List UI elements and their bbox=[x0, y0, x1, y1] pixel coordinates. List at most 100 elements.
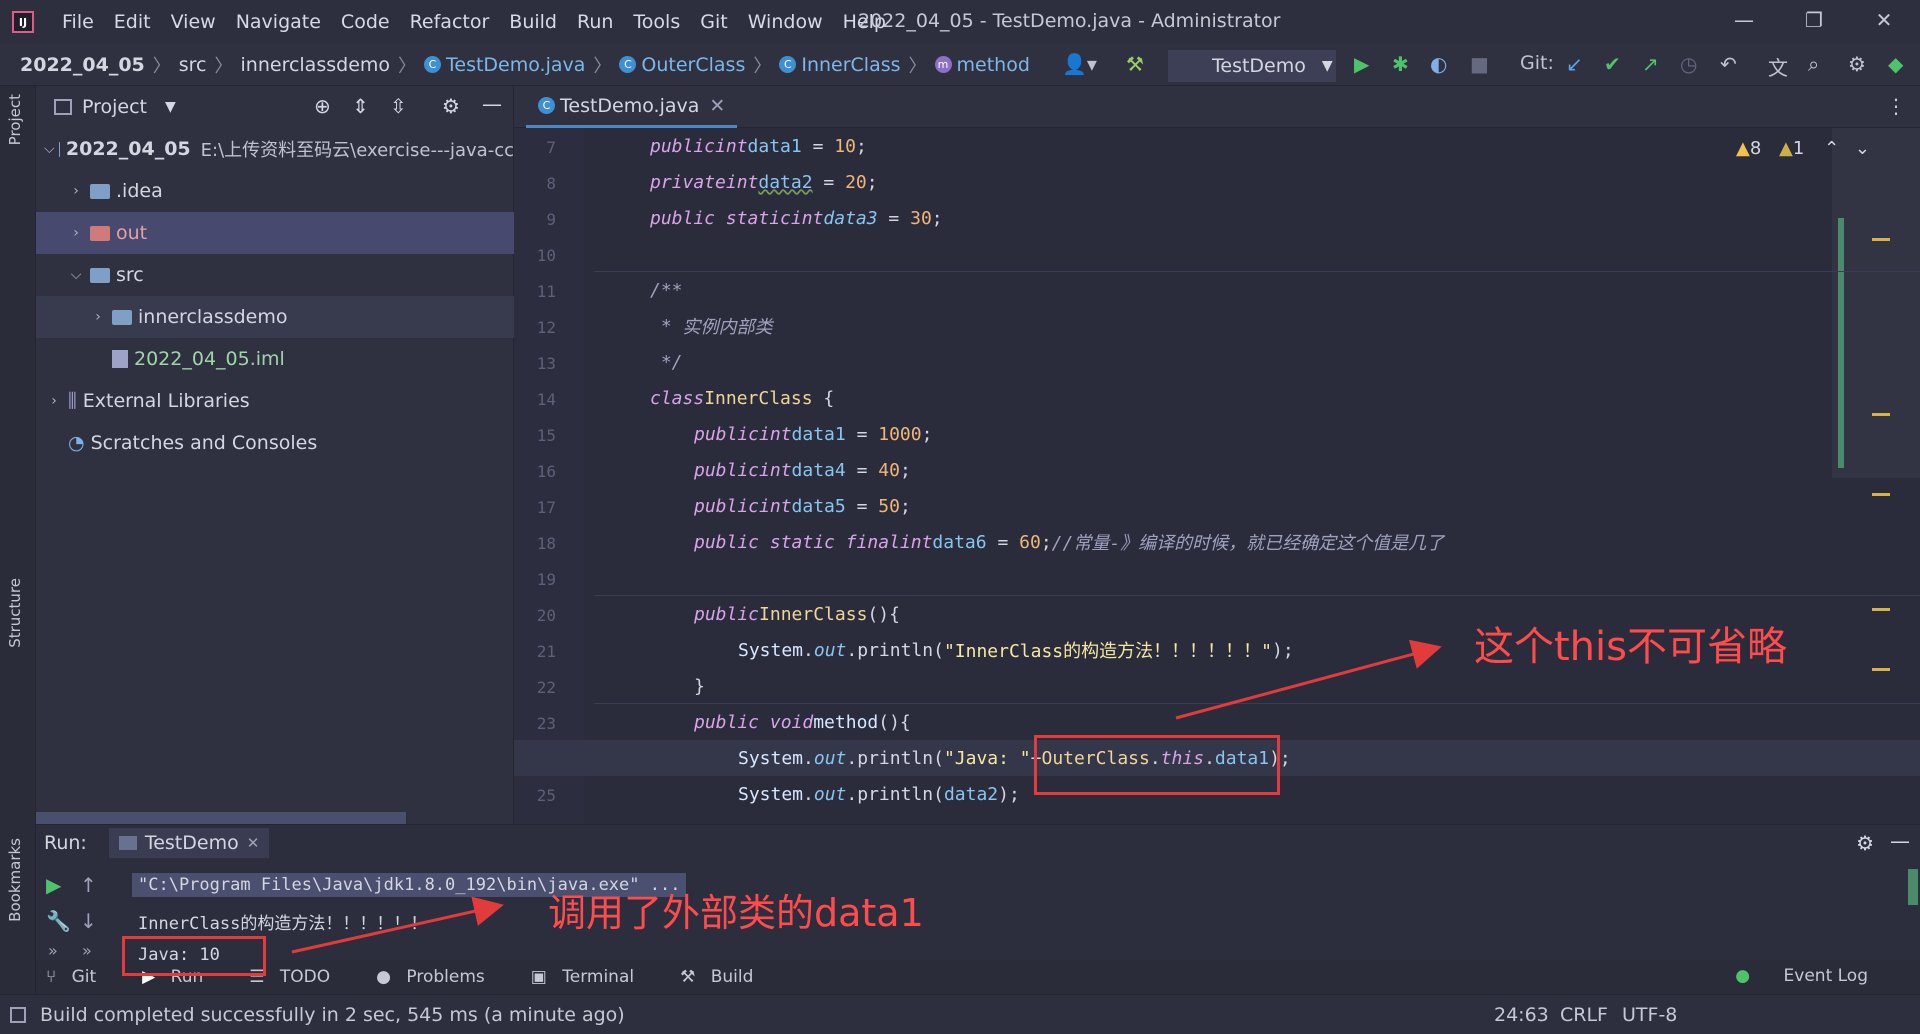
tree-root-name: 2022_04_05 bbox=[65, 138, 191, 160]
chevron-down-icon[interactable]: ▼ bbox=[165, 99, 176, 115]
string-literal: "Java: " bbox=[943, 747, 1031, 769]
more-options-icon[interactable]: ⋮ bbox=[1886, 94, 1906, 118]
tab-git[interactable]: ⑂ Git bbox=[46, 967, 114, 987]
vertical-scrollbar[interactable] bbox=[1908, 869, 1918, 905]
minimize-button[interactable]: — bbox=[1724, 8, 1764, 32]
caret-position[interactable]: 24:63 bbox=[1494, 1004, 1549, 1026]
tab-problems[interactable]: ● Problems bbox=[376, 967, 503, 987]
translate-icon[interactable]: 文 bbox=[1768, 52, 1788, 81]
settings-gear-icon[interactable]: ⚙ bbox=[1848, 52, 1866, 76]
console-icon bbox=[118, 836, 137, 850]
tab-terminal[interactable]: ▣ Terminal bbox=[531, 967, 652, 987]
project-tool-tab[interactable]: Project bbox=[6, 94, 24, 145]
chevron-right-icon[interactable]: › bbox=[66, 225, 86, 241]
tree-item-scratches[interactable]: ◔ Scratches and Consoles bbox=[36, 422, 514, 464]
project-view-title[interactable]: Project bbox=[82, 96, 147, 118]
tree-root[interactable]: ⌵ 2022_04_05 E:\上传资料至码云\exercise---java-… bbox=[36, 128, 514, 170]
rollback-icon[interactable]: ↶ bbox=[1720, 52, 1737, 76]
code-line-18: public static final int data6 = 60;//常量-… bbox=[514, 524, 1920, 560]
wrench-icon[interactable]: 🔧 bbox=[46, 909, 71, 933]
horizontal-scrollbar[interactable] bbox=[36, 812, 406, 824]
tab-build[interactable]: ⚒ Build bbox=[680, 967, 771, 987]
coverage-icon[interactable]: ◐ bbox=[1430, 52, 1447, 76]
toggle-tool-windows-icon[interactable] bbox=[10, 1006, 26, 1023]
chevron-right-icon[interactable]: › bbox=[66, 183, 86, 199]
menu-edit[interactable]: Edit bbox=[104, 11, 161, 33]
hide-panel-icon[interactable]: — bbox=[482, 92, 502, 116]
menu-tools[interactable]: Tools bbox=[623, 11, 690, 33]
inline-comment: //常量-》编译的时候，就已经确定这个值是几了 bbox=[1051, 533, 1445, 554]
run-icon[interactable]: ▶ bbox=[1354, 52, 1369, 76]
menu-code[interactable]: Code bbox=[331, 11, 400, 33]
run-config-select[interactable]: TestDemo ▼ bbox=[1168, 50, 1336, 82]
breadcrumb-outer-class[interactable]: OuterClass bbox=[641, 54, 745, 76]
tree-item-iml[interactable]: 2022_04_05.iml bbox=[36, 338, 514, 380]
git-push-icon[interactable]: ↗ bbox=[1642, 52, 1659, 76]
git-update-icon[interactable]: ↙ bbox=[1566, 52, 1583, 76]
menu-view[interactable]: View bbox=[161, 11, 226, 33]
breadcrumb-project[interactable]: 2022_04_05 bbox=[20, 54, 145, 76]
up-arrow-icon[interactable]: ↑ bbox=[80, 873, 97, 897]
menu-file[interactable]: File bbox=[52, 11, 104, 33]
tab-testdemo-java[interactable]: C TestDemo.java ✕ bbox=[526, 86, 738, 128]
menu-navigate[interactable]: Navigate bbox=[226, 11, 331, 33]
plugin-icon[interactable]: ◆ bbox=[1888, 52, 1903, 76]
tab-event-log[interactable]: ● Event Log bbox=[1725, 966, 1886, 986]
string-literal: "InnerClass的构造方法！！！！！！" bbox=[943, 641, 1272, 662]
tree-item-label: .idea bbox=[116, 180, 163, 202]
run-tab-testdemo[interactable]: TestDemo ✕ bbox=[108, 828, 270, 858]
collapse-all-icon[interactable]: ⇳ bbox=[390, 94, 407, 118]
git-commit-icon[interactable]: ✔ bbox=[1604, 52, 1621, 76]
chevron-right-icon: 〉 bbox=[214, 55, 233, 77]
menu-refactor[interactable]: Refactor bbox=[400, 11, 500, 33]
line-separator[interactable]: CRLF bbox=[1560, 1004, 1608, 1026]
debug-icon[interactable]: ✱ bbox=[1392, 52, 1409, 76]
more-icon[interactable]: » bbox=[48, 941, 58, 960]
chevron-right-icon[interactable]: › bbox=[44, 393, 64, 409]
event-log-icon: ● bbox=[1735, 966, 1751, 986]
menu-build[interactable]: Build bbox=[499, 11, 567, 33]
close-window-button[interactable]: ✕ bbox=[1864, 8, 1904, 32]
bookmarks-tool-tab[interactable]: Bookmarks bbox=[6, 838, 24, 922]
code-line-7: public int data1 = 10; bbox=[650, 135, 867, 157]
close-tab-icon[interactable]: ✕ bbox=[709, 95, 725, 117]
chevron-down-icon[interactable]: ⌵ bbox=[66, 267, 86, 283]
breadcrumb-package[interactable]: innerclassdemo bbox=[241, 54, 391, 76]
build-hammer-icon[interactable]: ⚒ bbox=[1126, 52, 1144, 76]
breadcrumb-method[interactable]: method bbox=[957, 54, 1030, 76]
code-editor[interactable]: ▲8 ▲1 ⌃ ⌄ 7 8 9 10 11 12 13 14 15 16 17 … bbox=[514, 128, 1920, 824]
menu-git[interactable]: Git bbox=[690, 11, 737, 33]
user-icon[interactable]: 👤▾ bbox=[1062, 52, 1097, 76]
tree-item-idea[interactable]: › .idea bbox=[36, 170, 514, 212]
structure-tool-tab[interactable]: Structure bbox=[6, 578, 24, 648]
breadcrumb-inner-class[interactable]: InnerClass bbox=[801, 54, 900, 76]
hide-panel-icon[interactable]: — bbox=[1890, 829, 1910, 853]
menu-window[interactable]: Window bbox=[738, 11, 833, 33]
tree-item-external-libraries[interactable]: › ⫼ External Libraries bbox=[36, 380, 514, 422]
rerun-icon[interactable]: ▶ bbox=[46, 873, 61, 897]
menu-run[interactable]: Run bbox=[567, 11, 623, 33]
status-message[interactable]: Build completed successfully in 2 sec, 5… bbox=[40, 1004, 625, 1026]
chevron-right-icon[interactable]: › bbox=[88, 309, 108, 325]
expand-all-icon[interactable]: ⇕ bbox=[352, 94, 369, 118]
down-arrow-icon[interactable]: ↓ bbox=[80, 909, 97, 933]
more-icon[interactable]: » bbox=[82, 941, 92, 960]
settings-gear-icon[interactable]: ⚙ bbox=[1856, 831, 1874, 855]
breadcrumb-file[interactable]: TestDemo.java bbox=[446, 54, 585, 76]
file-encoding[interactable]: UTF-8 bbox=[1622, 1004, 1677, 1026]
restore-button[interactable]: ❐ bbox=[1794, 8, 1834, 32]
close-tab-icon[interactable]: ✕ bbox=[247, 834, 260, 852]
search-icon[interactable]: ⌕ bbox=[1808, 52, 1819, 76]
locate-icon[interactable]: ⊕ bbox=[314, 94, 331, 118]
chevron-down-icon[interactable]: ⌵ bbox=[44, 141, 55, 157]
source-folder-icon bbox=[90, 267, 110, 283]
tab-label: TestDemo.java bbox=[560, 94, 700, 117]
stop-icon[interactable]: ■ bbox=[1470, 52, 1489, 76]
chevron-right-icon: 〉 bbox=[398, 55, 417, 77]
tree-item-src[interactable]: ⌵ src bbox=[36, 254, 514, 296]
settings-gear-icon[interactable]: ⚙ bbox=[442, 94, 460, 118]
tree-item-out[interactable]: › out bbox=[36, 212, 514, 254]
history-icon[interactable]: ◷ bbox=[1680, 52, 1697, 76]
tree-item-package[interactable]: › innerclassdemo bbox=[36, 296, 514, 338]
breadcrumb-src[interactable]: src bbox=[179, 54, 207, 76]
